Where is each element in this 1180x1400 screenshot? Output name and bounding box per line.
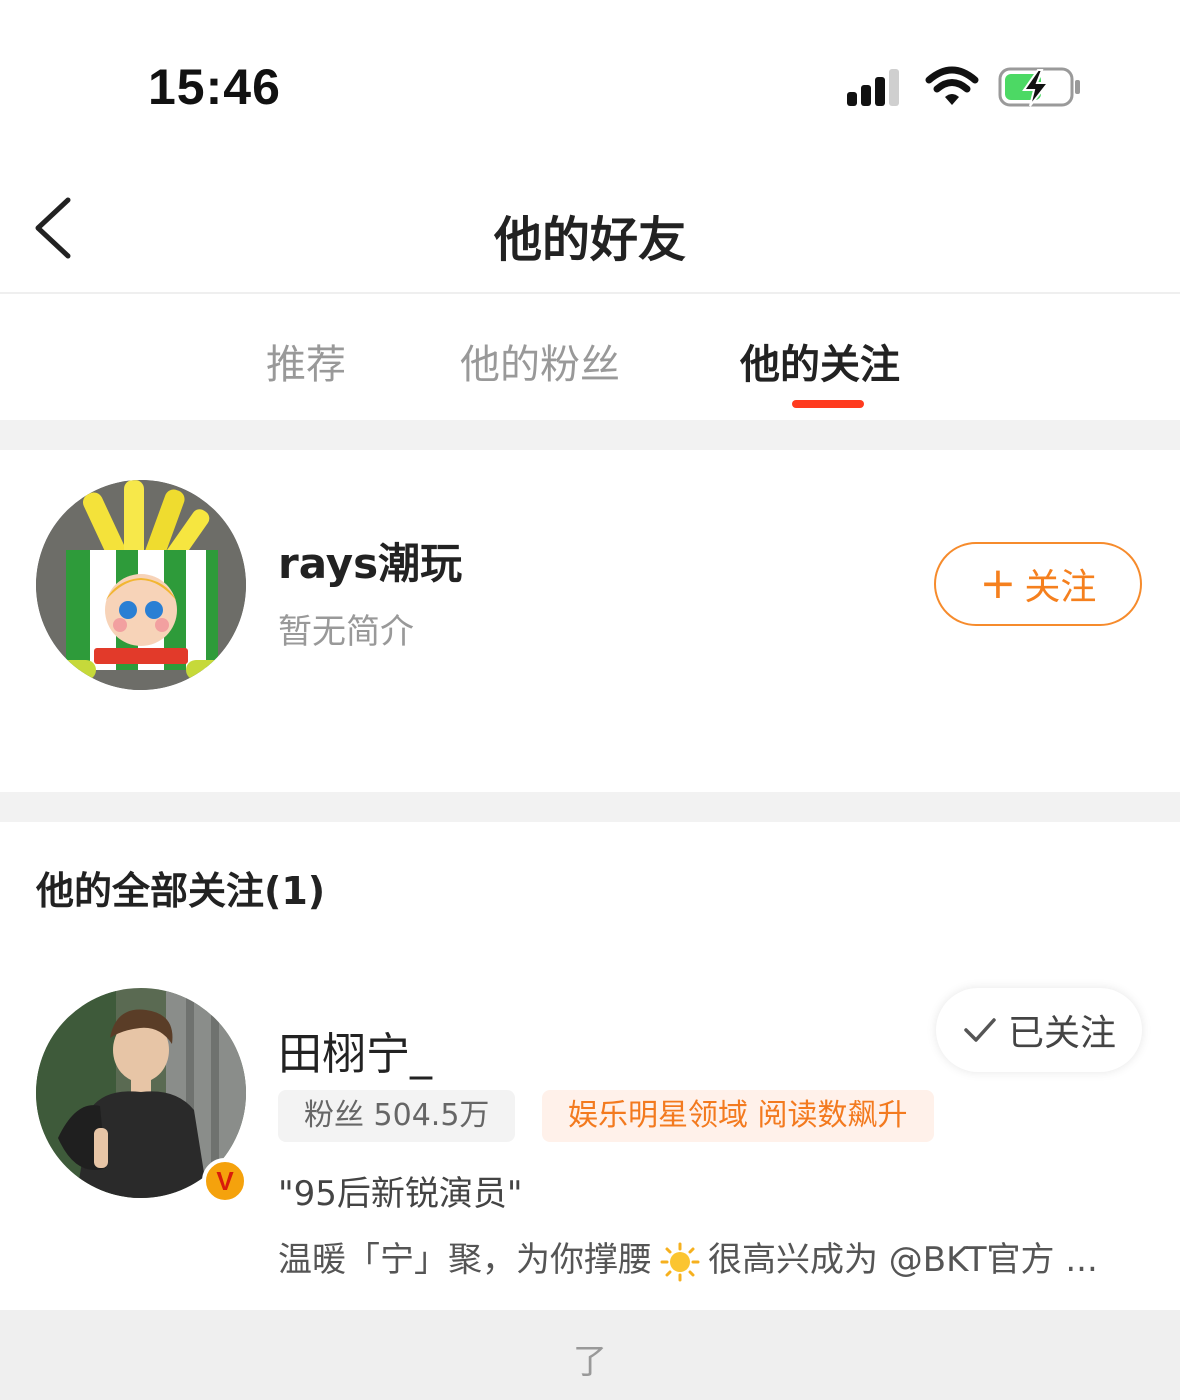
toy-avatar-image (36, 480, 246, 690)
nav-bar: 他的好友 (0, 170, 1180, 294)
following-user-name[interactable]: 田栩宁_ (278, 1018, 432, 1082)
check-icon (964, 1018, 996, 1042)
wifi-icon (925, 66, 979, 105)
plus-icon: + (979, 558, 1017, 609)
user-post-text-end: 很高兴成为 @BKT官方 ... (708, 1240, 1098, 1280)
tab-recommend[interactable]: 推荐 (266, 332, 346, 390)
status-time: 15:46 (148, 59, 281, 115)
page-title: 他的好友 (493, 212, 686, 268)
user-latest-post: 温暖「宁」聚，为你撑腰 很高兴成为 @BKT官方 ... (278, 1232, 1098, 1282)
footer-bar: 了 (0, 1310, 1180, 1400)
followed-button-label: 已关注 (1007, 1013, 1116, 1054)
user-intro: "95后新锐演员" (278, 1174, 523, 1214)
verified-badge-icon: V (202, 1158, 248, 1204)
tab-his-fans[interactable]: 他的粉丝 (460, 332, 620, 390)
fans-count-tag: 粉丝 504.5万 (278, 1090, 516, 1142)
avatar[interactable] (36, 480, 246, 690)
following-section-title: 他的全部关注(1) (36, 869, 326, 913)
section-divider (0, 420, 1180, 450)
trending-tag: 娱乐明星领域 阅读数飙升 (542, 1090, 934, 1142)
followed-button[interactable]: 已关注 (936, 988, 1142, 1072)
follow-button-label: 关注 (1024, 567, 1097, 608)
tab-bar: 推荐 他的粉丝 他的关注 (0, 296, 1180, 420)
status-bar: 15:46 (0, 0, 1180, 170)
sun-emoji-icon (660, 1242, 700, 1281)
battery-charging-icon (998, 67, 1080, 107)
list-item[interactable]: V 田栩宁_ 已关注 粉丝 504.5万 娱乐明星领域 阅读数飙升 "95后新锐… (0, 970, 1180, 1310)
user-post-text-start: 温暖「宁」聚，为你撑腰 (278, 1240, 652, 1280)
follow-button[interactable]: + 关注 (934, 542, 1142, 626)
recommend-card[interactable]: rays潮玩 暂无简介 + 关注 (0, 450, 1180, 792)
tab-his-following[interactable]: 他的关注 (740, 332, 900, 390)
recommend-user-name[interactable]: rays潮玩 (278, 530, 462, 591)
cellular-signal-icon (847, 69, 899, 106)
footer-text: 了 (573, 1342, 607, 1382)
recommend-user-desc: 暂无简介 (278, 612, 414, 652)
section-divider (0, 792, 1180, 822)
active-tab-indicator (792, 400, 864, 408)
